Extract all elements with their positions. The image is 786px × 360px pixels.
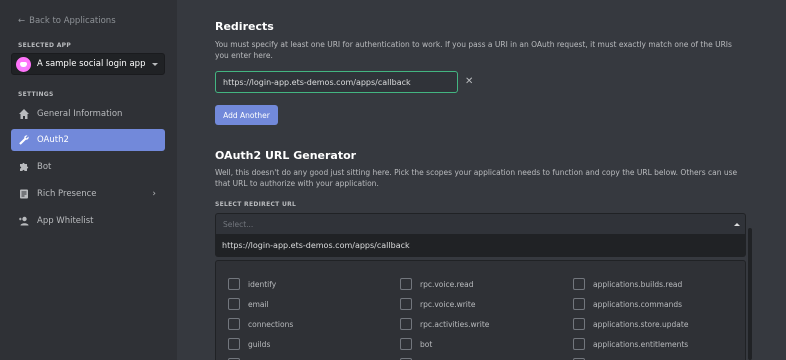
checkbox[interactable] xyxy=(228,278,240,290)
scope-applications-builds-read[interactable]: applications.builds.read xyxy=(573,278,682,290)
checkbox[interactable] xyxy=(573,278,585,290)
redirects-description: You must specify at least one URI for au… xyxy=(215,40,732,60)
document-icon xyxy=(18,188,30,200)
checkbox[interactable] xyxy=(228,338,240,350)
back-to-applications-link[interactable]: ← Back to Applications xyxy=(18,16,116,26)
checkbox[interactable] xyxy=(573,298,585,310)
checkbox[interactable] xyxy=(573,338,585,350)
checkbox[interactable] xyxy=(228,318,240,330)
wrench-icon xyxy=(18,134,30,146)
app-selector[interactable]: A sample social login app xyxy=(11,53,165,75)
scopes-panel: identify rpc.voice.read applications.bui… xyxy=(215,260,746,360)
sidebar: ← Back to Applications SELECTED APP A sa… xyxy=(0,0,177,360)
checkbox[interactable] xyxy=(400,298,412,310)
checkbox[interactable] xyxy=(573,318,585,330)
chevron-down-icon xyxy=(152,62,158,66)
scope-guilds[interactable]: guilds xyxy=(228,338,270,350)
sidebar-item-bot[interactable]: Bot xyxy=(11,156,165,178)
oauth2-url-generator-description: Well, this doesn't do any good just sitt… xyxy=(215,168,738,188)
settings-heading: SETTINGS xyxy=(18,91,54,98)
select-redirect-url-label: SELECT REDIRECT URL xyxy=(215,201,297,208)
scope-applications-commands[interactable]: applications.commands xyxy=(573,298,682,310)
sidebar-item-rich-presence[interactable]: Rich Presence › xyxy=(11,183,165,205)
sidebar-item-general-information[interactable]: General Information xyxy=(11,103,165,125)
sidebar-item-oauth2[interactable]: OAuth2 xyxy=(11,129,165,151)
scope-bot[interactable]: bot xyxy=(400,338,432,350)
scope-rpc-voice-read[interactable]: rpc.voice.read xyxy=(400,278,473,290)
home-icon xyxy=(18,108,30,120)
chevron-up-icon xyxy=(734,223,740,226)
redirect-uri-input[interactable]: https://login-app.ets-demos.com/apps/cal… xyxy=(215,71,458,93)
add-another-button[interactable]: Add Another xyxy=(215,105,278,125)
scope-rpc-activities-write[interactable]: rpc.activities.write xyxy=(400,318,489,330)
scrollbar[interactable] xyxy=(748,228,752,360)
close-icon[interactable]: ✕ xyxy=(465,76,473,87)
redirect-url-select[interactable]: Select... xyxy=(215,213,746,235)
app-name: A sample social login app xyxy=(37,59,146,69)
redirects-title: Redirects xyxy=(215,20,274,33)
person-add-icon xyxy=(18,215,30,227)
scope-identify[interactable]: identify xyxy=(228,278,276,290)
puzzle-icon xyxy=(18,161,30,173)
checkbox[interactable] xyxy=(400,338,412,350)
scope-email[interactable]: email xyxy=(228,298,269,310)
oauth2-url-generator-title: OAuth2 URL Generator xyxy=(215,149,357,162)
scope-applications-store-update[interactable]: applications.store.update xyxy=(573,318,688,330)
scope-applications-entitlements[interactable]: applications.entitlements xyxy=(573,338,688,350)
arrow-left-icon: ← xyxy=(18,16,26,26)
checkbox[interactable] xyxy=(400,278,412,290)
sidebar-item-app-whitelist[interactable]: App Whitelist xyxy=(11,210,165,232)
scope-connections[interactable]: connections xyxy=(228,318,293,330)
app-avatar xyxy=(16,56,31,72)
checkbox[interactable] xyxy=(228,298,240,310)
chevron-right-icon: › xyxy=(152,189,156,199)
selected-app-heading: SELECTED APP xyxy=(18,42,72,49)
scope-rpc-voice-write[interactable]: rpc.voice.write xyxy=(400,298,475,310)
checkbox[interactable] xyxy=(400,318,412,330)
redirect-url-option[interactable]: https://login-app.ets-demos.com/apps/cal… xyxy=(215,235,746,257)
